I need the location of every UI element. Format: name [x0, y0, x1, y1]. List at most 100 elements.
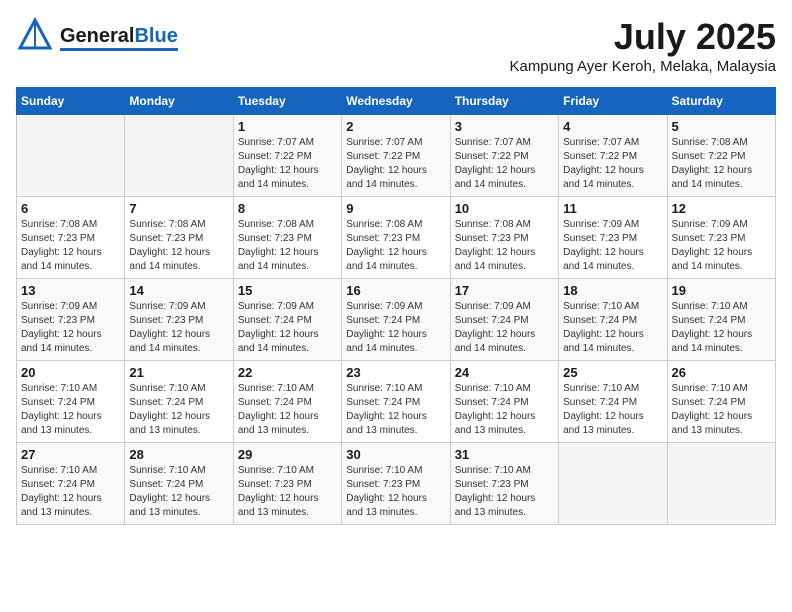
day-number: 23 [346, 365, 445, 380]
cell-info: Sunrise: 7:09 AM Sunset: 7:23 PM Dayligh… [21, 300, 120, 356]
day-number: 13 [21, 283, 120, 298]
day-number: 29 [238, 447, 337, 462]
day-number: 4 [563, 119, 662, 134]
day-number: 16 [346, 283, 445, 298]
location: Kampung Ayer Keroh, Melaka, Malaysia [509, 58, 776, 75]
logo-general: General [60, 25, 134, 47]
cell-info: Sunrise: 7:09 AM Sunset: 7:23 PM Dayligh… [672, 218, 771, 274]
calendar-cell: 4 Sunrise: 7:07 AM Sunset: 7:22 PM Daylig… [559, 115, 667, 197]
calendar-cell: 19Sunrise: 7:10 AM Sunset: 7:24 PM Dayli… [667, 279, 775, 361]
calendar-cell [125, 115, 233, 197]
day-number: 20 [21, 365, 120, 380]
calendar-cell: 10Sunrise: 7:08 AM Sunset: 7:23 PM Dayli… [450, 197, 558, 279]
calendar-cell: 21 Sunrise: 7:10 AM Sunset: 7:24 PM Dayli… [125, 361, 233, 443]
day-number: 28 [129, 447, 228, 462]
calendar-cell: 13 Sunrise: 7:09 AM Sunset: 7:23 PM Dayli… [17, 279, 125, 361]
cell-info: Sunrise: 7:09 AM Sunset: 7:24 PM Dayligh… [455, 300, 554, 356]
cell-info: Sunrise: 7:08 AM Sunset: 7:23 PM Dayligh… [238, 218, 337, 274]
calendar-cell: 15 Sunrise: 7:09 AM Sunset: 7:24 PM Dayli… [233, 279, 341, 361]
day-number: 15 [238, 283, 337, 298]
day-number: 22 [238, 365, 337, 380]
day-number: 11 [563, 201, 662, 216]
cell-info: Sunrise: 7:10 AM Sunset: 7:24 PM Dayligh… [672, 382, 771, 438]
calendar-day-header: Tuesday [233, 88, 341, 115]
page-header: GeneralBlue July 2025 Kampung Ayer Keroh… [16, 16, 776, 75]
calendar-week-row: 27 Sunrise: 7:10 AM Sunset: 7:24 PM Dayli… [17, 443, 776, 525]
calendar-cell [559, 443, 667, 525]
calendar-cell [667, 443, 775, 525]
calendar-header-row: SundayMondayTuesdayWednesdayThursdayFrid… [17, 88, 776, 115]
calendar-day-header: Thursday [450, 88, 558, 115]
day-number: 27 [21, 447, 120, 462]
day-number: 8 [238, 201, 337, 216]
calendar-cell: 1Sunrise: 7:07 AM Sunset: 7:22 PM Daylig… [233, 115, 341, 197]
calendar-cell: 29Sunrise: 7:10 AM Sunset: 7:23 PM Dayli… [233, 443, 341, 525]
day-number: 21 [129, 365, 228, 380]
cell-info: Sunrise: 7:10 AM Sunset: 7:24 PM Dayligh… [238, 382, 337, 438]
calendar-day-header: Friday [559, 88, 667, 115]
cell-info: Sunrise: 7:10 AM Sunset: 7:24 PM Dayligh… [672, 300, 771, 356]
cell-info: Sunrise: 7:08 AM Sunset: 7:23 PM Dayligh… [346, 218, 445, 274]
cell-info: Sunrise: 7:07 AM Sunset: 7:22 PM Dayligh… [346, 136, 445, 192]
logo: GeneralBlue [16, 16, 178, 59]
calendar-cell: 3 Sunrise: 7:07 AM Sunset: 7:22 PM Daylig… [450, 115, 558, 197]
calendar-cell: 6Sunrise: 7:08 AM Sunset: 7:23 PM Daylig… [17, 197, 125, 279]
cell-info: Sunrise: 7:09 AM Sunset: 7:23 PM Dayligh… [129, 300, 228, 356]
calendar-cell: 14 Sunrise: 7:09 AM Sunset: 7:23 PM Dayli… [125, 279, 233, 361]
calendar-cell: 7 Sunrise: 7:08 AM Sunset: 7:23 PM Daylig… [125, 197, 233, 279]
calendar-cell: 20Sunrise: 7:10 AM Sunset: 7:24 PM Dayli… [17, 361, 125, 443]
cell-info: Sunrise: 7:08 AM Sunset: 7:23 PM Dayligh… [129, 218, 228, 274]
cell-info: Sunrise: 7:09 AM Sunset: 7:24 PM Dayligh… [346, 300, 445, 356]
calendar-cell: 18Sunrise: 7:10 AM Sunset: 7:24 PM Dayli… [559, 279, 667, 361]
cell-info: Sunrise: 7:09 AM Sunset: 7:24 PM Dayligh… [238, 300, 337, 356]
calendar-week-row: 13 Sunrise: 7:09 AM Sunset: 7:23 PM Dayli… [17, 279, 776, 361]
day-number: 30 [346, 447, 445, 462]
cell-info: Sunrise: 7:07 AM Sunset: 7:22 PM Dayligh… [563, 136, 662, 192]
day-number: 14 [129, 283, 228, 298]
calendar-cell: 22 Sunrise: 7:10 AM Sunset: 7:24 PM Dayli… [233, 361, 341, 443]
logo-icon [16, 16, 54, 54]
calendar-week-row: 6Sunrise: 7:08 AM Sunset: 7:23 PM Daylig… [17, 197, 776, 279]
calendar-day-header: Monday [125, 88, 233, 115]
calendar-cell: 11 Sunrise: 7:09 AM Sunset: 7:23 PM Dayli… [559, 197, 667, 279]
day-number: 24 [455, 365, 554, 380]
calendar-day-header: Wednesday [342, 88, 450, 115]
day-number: 7 [129, 201, 228, 216]
cell-info: Sunrise: 7:10 AM Sunset: 7:24 PM Dayligh… [563, 382, 662, 438]
cell-info: Sunrise: 7:10 AM Sunset: 7:24 PM Dayligh… [129, 382, 228, 438]
cell-info: Sunrise: 7:10 AM Sunset: 7:23 PM Dayligh… [455, 464, 554, 520]
cell-info: Sunrise: 7:08 AM Sunset: 7:23 PM Dayligh… [455, 218, 554, 274]
day-number: 3 [455, 119, 554, 134]
day-number: 2 [346, 119, 445, 134]
calendar-day-header: Sunday [17, 88, 125, 115]
calendar-cell: 30 Sunrise: 7:10 AM Sunset: 7:23 PM Dayli… [342, 443, 450, 525]
calendar-cell: 8 Sunrise: 7:08 AM Sunset: 7:23 PM Daylig… [233, 197, 341, 279]
cell-info: Sunrise: 7:10 AM Sunset: 7:23 PM Dayligh… [346, 464, 445, 520]
calendar-cell: 12Sunrise: 7:09 AM Sunset: 7:23 PM Dayli… [667, 197, 775, 279]
calendar-cell: 25 Sunrise: 7:10 AM Sunset: 7:24 PM Dayli… [559, 361, 667, 443]
day-number: 25 [563, 365, 662, 380]
cell-info: Sunrise: 7:07 AM Sunset: 7:22 PM Dayligh… [455, 136, 554, 192]
cell-info: Sunrise: 7:07 AM Sunset: 7:22 PM Dayligh… [238, 136, 337, 192]
calendar-cell: 9Sunrise: 7:08 AM Sunset: 7:23 PM Daylig… [342, 197, 450, 279]
day-number: 31 [455, 447, 554, 462]
calendar-table: SundayMondayTuesdayWednesdayThursdayFrid… [16, 87, 776, 525]
month-year: July 2025 [509, 16, 776, 58]
calendar-day-header: Saturday [667, 88, 775, 115]
calendar-cell: 5 Sunrise: 7:08 AM Sunset: 7:22 PM Daylig… [667, 115, 775, 197]
cell-info: Sunrise: 7:10 AM Sunset: 7:24 PM Dayligh… [346, 382, 445, 438]
calendar-cell: 26 Sunrise: 7:10 AM Sunset: 7:24 PM Dayli… [667, 361, 775, 443]
day-number: 17 [455, 283, 554, 298]
calendar-week-row: 1Sunrise: 7:07 AM Sunset: 7:22 PM Daylig… [17, 115, 776, 197]
cell-info: Sunrise: 7:08 AM Sunset: 7:22 PM Dayligh… [672, 136, 771, 192]
calendar-cell: 31 Sunrise: 7:10 AM Sunset: 7:23 PM Dayli… [450, 443, 558, 525]
cell-info: Sunrise: 7:10 AM Sunset: 7:24 PM Dayligh… [21, 464, 120, 520]
cell-info: Sunrise: 7:08 AM Sunset: 7:23 PM Dayligh… [21, 218, 120, 274]
title-block: July 2025 Kampung Ayer Keroh, Melaka, Ma… [509, 16, 776, 75]
day-number: 26 [672, 365, 771, 380]
calendar-cell: 28 Sunrise: 7:10 AM Sunset: 7:24 PM Dayli… [125, 443, 233, 525]
calendar-cell: 24Sunrise: 7:10 AM Sunset: 7:24 PM Dayli… [450, 361, 558, 443]
day-number: 5 [672, 119, 771, 134]
cell-info: Sunrise: 7:09 AM Sunset: 7:23 PM Dayligh… [563, 218, 662, 274]
cell-info: Sunrise: 7:10 AM Sunset: 7:24 PM Dayligh… [129, 464, 228, 520]
